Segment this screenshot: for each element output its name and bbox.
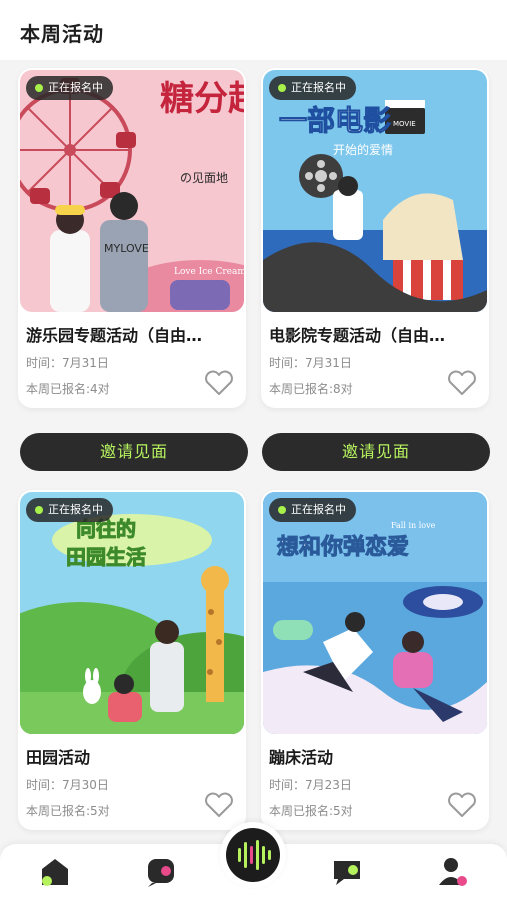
tab-chat[interactable]	[144, 855, 178, 889]
status-badge: 正在报名中	[26, 76, 113, 100]
card-time: 时间：7月30日	[26, 778, 109, 792]
status-dot	[35, 84, 43, 92]
activity-card-trampoline[interactable]: Fall in love 想和你弹恋爱 正在报名中 蹦床活动 时间：7月23日 …	[261, 490, 489, 830]
poster-image: MOVIE 一部电影 开始的爱情	[263, 70, 487, 312]
poster-text-title: 想和你弹恋爱	[277, 534, 409, 560]
card-signup-count: 本周已报名:8对	[269, 382, 353, 396]
heart-icon[interactable]	[447, 792, 477, 818]
voice-wave-icon	[226, 828, 280, 882]
message-icon	[334, 861, 360, 885]
card-title: 电影院专题活动（自由…	[269, 326, 446, 345]
card-signup-count: 本周已报名:4对	[26, 382, 110, 396]
invite-button-right[interactable]: 邀请见面	[262, 433, 490, 471]
card-signup-count: 本周已报名:5对	[269, 804, 353, 818]
poster-text-sub: 开始的爱情	[333, 142, 393, 157]
poster-image: Fall in love 想和你弹恋爱	[263, 492, 487, 734]
status-dot	[278, 84, 286, 92]
activity-card-countryside[interactable]: 向往的 田园生活 正在报名中 田园活动 时间：7月30日 本周已报名:5对	[18, 490, 246, 830]
status-dot	[278, 506, 286, 514]
poster-text-sub: の见面地	[180, 171, 228, 185]
activity-card-amusement-park[interactable]: MYLOVE Love Ice Cream 糖分超标 の见面地 正在报名中 游乐…	[18, 68, 246, 408]
chat-icon	[148, 859, 174, 887]
page-title: 本周活动	[20, 22, 104, 46]
poster-text-love: Love Ice Cream	[174, 267, 244, 277]
profile-icon	[439, 858, 467, 886]
tab-home[interactable]	[38, 855, 72, 889]
card-title: 田园活动	[26, 748, 91, 767]
card-title: 蹦床活动	[269, 748, 334, 767]
tab-message[interactable]	[330, 855, 364, 889]
card-time: 时间：7月31日	[269, 356, 352, 370]
heart-icon[interactable]	[204, 792, 234, 818]
status-dot	[35, 506, 43, 514]
poster-text-sub: 田园生活	[66, 545, 146, 569]
poster-image: 向往的 田园生活	[20, 492, 244, 734]
poster-text-title: 糖分超标	[160, 79, 244, 119]
card-time: 时间：7月23日	[269, 778, 352, 792]
tab-voice[interactable]	[220, 822, 286, 888]
card-title: 游乐园专题活动（自由…	[26, 326, 203, 345]
status-badge: 正在报名中	[269, 76, 356, 100]
home-icon	[42, 859, 68, 886]
heart-icon[interactable]	[447, 370, 477, 396]
poster-text-en: Fall in love	[391, 521, 436, 530]
heart-icon[interactable]	[204, 370, 234, 396]
status-badge: 正在报名中	[26, 498, 113, 522]
activity-card-cinema[interactable]: MOVIE 一部电影 开始的爱情 正在报名中 电影院专题活动（自由… 时间：7月…	[261, 68, 489, 408]
status-badge: 正在报名中	[269, 498, 356, 522]
poster-image: MYLOVE Love Ice Cream 糖分超标 の见面地	[20, 70, 244, 312]
card-time: 时间：7月31日	[26, 356, 109, 370]
poster-text-mylove: MYLOVE	[104, 242, 149, 255]
invite-button-left[interactable]: 邀请见面	[20, 433, 248, 471]
poster-text-title: 一部电影	[279, 104, 391, 137]
card-signup-count: 本周已报名:5对	[26, 804, 110, 818]
header-bar: 本周活动	[0, 0, 507, 60]
tab-profile[interactable]	[436, 855, 470, 889]
poster-text-movie: MOVIE	[393, 120, 416, 128]
